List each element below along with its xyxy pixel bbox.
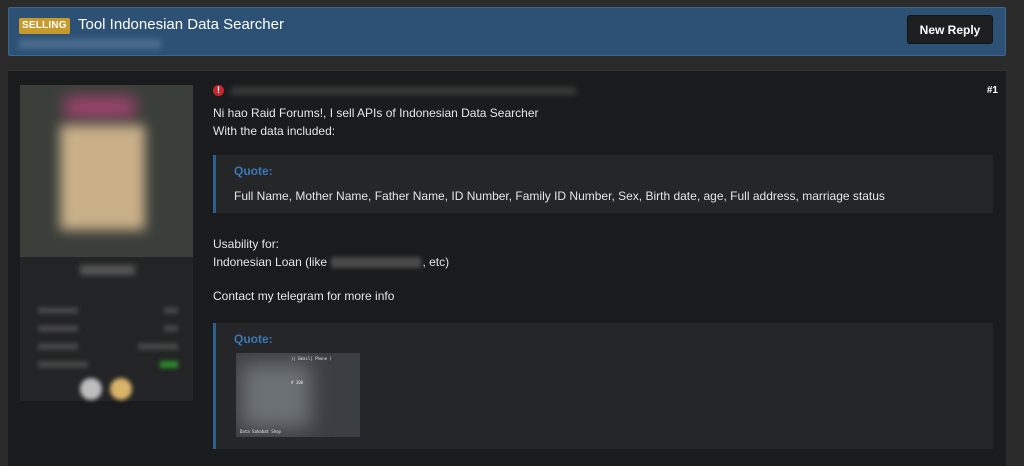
post-number[interactable]: #1 — [987, 85, 998, 96]
thumbnail-text: # 300 — [291, 380, 304, 385]
usability-prefix: Indonesian Loan (like — [213, 255, 328, 269]
avatar-blur-top — [65, 97, 135, 117]
author-name-blurred[interactable] — [80, 265, 135, 275]
new-reply-button[interactable]: New Reply — [907, 15, 993, 44]
quote-label: Quote: — [234, 164, 273, 178]
quote-block: Quote: Full Name, Mother Name, Father Na… — [213, 155, 993, 213]
stat-row — [38, 307, 178, 315]
stat-row — [38, 343, 178, 351]
author-panel — [20, 85, 193, 401]
post-container: ! #1 Ni hao Raid Forums!, I sell APIs of… — [8, 70, 1006, 466]
warning-icon: ! — [213, 85, 224, 96]
post-text-line: With the data included: — [213, 124, 336, 138]
stat-row — [38, 361, 178, 369]
avatar[interactable] — [20, 85, 193, 257]
redacted-text — [331, 257, 422, 269]
award-icon — [110, 378, 132, 400]
award-icon — [80, 378, 102, 400]
avatar-blur-image — [60, 125, 145, 230]
thread-breadcrumb-blurred — [19, 39, 161, 49]
usability-suffix: , etc) — [422, 255, 450, 269]
contact-text: Contact my telegram for more info — [213, 289, 395, 303]
selling-badge: SELLING — [19, 18, 70, 34]
usability-label: Usability for: — [213, 237, 280, 251]
thread-title: Tool Indonesian Data Searcher — [78, 16, 284, 33]
thumbnail-text: )| Email| Phone ) — [291, 356, 332, 361]
thumbnail-text: Data Sahabat Shop — [240, 429, 281, 434]
quote-block: Quote: )| Email| Phone ) # 300 Data Saha… — [213, 323, 993, 449]
post-meta-blurred — [231, 87, 576, 95]
usability-line: Indonesian Loan (like , etc) — [213, 255, 449, 269]
stat-row — [38, 325, 178, 333]
thumbnail-blur — [241, 363, 311, 428]
quote-text: Full Name, Mother Name, Father Name, ID … — [234, 189, 885, 203]
screenshot-thumbnail[interactable]: )| Email| Phone ) # 300 Data Sahabat Sho… — [236, 353, 360, 437]
quote-label: Quote: — [234, 332, 273, 346]
post-text-line: Ni hao Raid Forums!, I sell APIs of Indo… — [213, 106, 539, 120]
thread-header: SELLING Tool Indonesian Data Searcher Ne… — [8, 7, 1006, 56]
